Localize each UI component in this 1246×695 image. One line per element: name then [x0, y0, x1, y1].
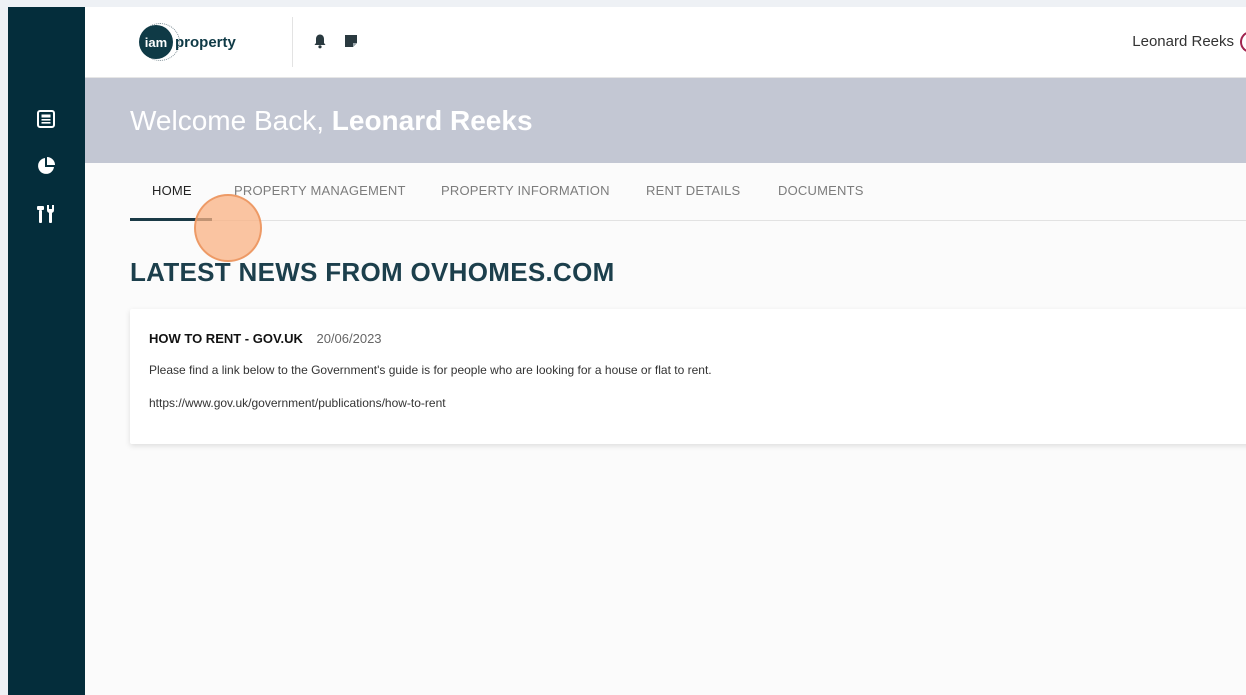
- app-frame: iam property Leonard Reeks Welcome Back,…: [8, 7, 1246, 695]
- logo-text: property: [175, 33, 236, 51]
- top-header: iam property Leonard Reeks: [85, 7, 1246, 78]
- news-card: HOW TO RENT - GOV.UK 20/06/2023 Please f…: [130, 309, 1246, 444]
- news-body: Please find a link below to the Governme…: [149, 363, 712, 377]
- note-icon[interactable]: [342, 32, 360, 50]
- bell-icon[interactable]: [311, 32, 329, 50]
- welcome-title: Welcome Back, Leonard Reeks: [130, 105, 533, 137]
- newspaper-icon[interactable]: [34, 107, 58, 131]
- header-divider: [292, 17, 293, 67]
- news-title: HOW TO RENT - GOV.UK: [149, 331, 303, 346]
- company-logo[interactable]: iam property: [139, 23, 236, 61]
- tab-documents[interactable]: DOCUMENTS: [778, 183, 864, 198]
- pie-chart-icon[interactable]: [34, 154, 58, 178]
- click-indicator: [194, 194, 262, 262]
- news-link[interactable]: https://www.gov.uk/government/publicatio…: [149, 396, 446, 410]
- section-title: LATEST NEWS FROM OVHOMES.COM: [130, 257, 615, 287]
- news-header: HOW TO RENT - GOV.UK 20/06/2023: [149, 331, 382, 346]
- welcome-greeting: Welcome Back,: [130, 105, 332, 136]
- logo-circle: iam: [139, 25, 173, 59]
- welcome-user-name: Leonard Reeks: [331, 105, 533, 136]
- welcome-banner: Welcome Back, Leonard Reeks: [85, 78, 1246, 163]
- sidebar: [8, 7, 85, 695]
- user-avatar[interactable]: [1240, 31, 1246, 53]
- tools-icon[interactable]: [34, 202, 58, 226]
- user-name[interactable]: Leonard Reeks: [1132, 33, 1234, 50]
- tab-home[interactable]: HOME: [152, 183, 192, 198]
- tab-property-information[interactable]: PROPERTY INFORMATION: [441, 183, 610, 198]
- main-tabs: HOME PROPERTY MANAGEMENT PROPERTY INFORM…: [130, 163, 1246, 221]
- news-date: 20/06/2023: [316, 331, 382, 346]
- tab-rent-details[interactable]: RENT DETAILS: [646, 183, 740, 198]
- tab-property-management[interactable]: PROPERTY MANAGEMENT: [234, 183, 406, 198]
